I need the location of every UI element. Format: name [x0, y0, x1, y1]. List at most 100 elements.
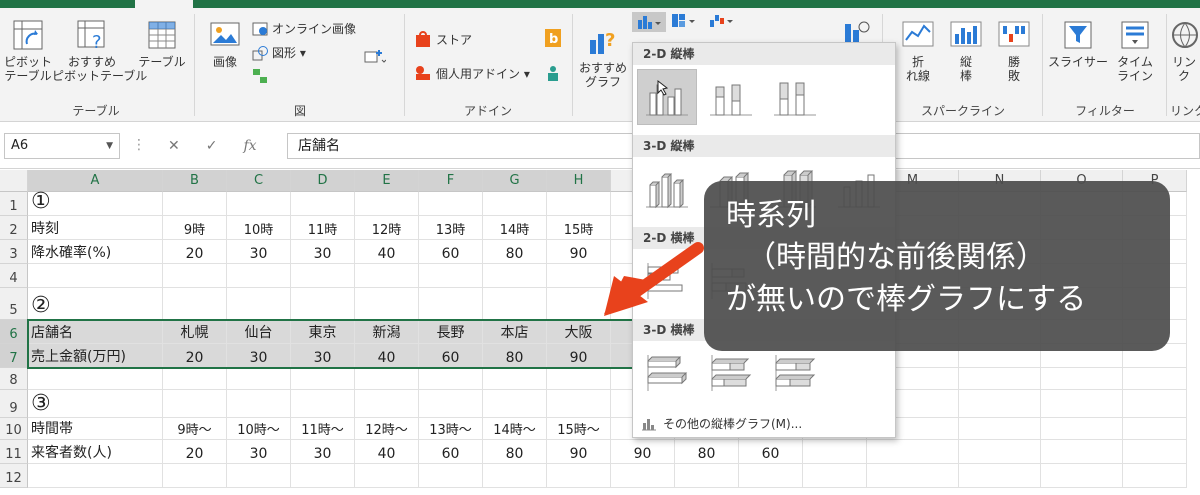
- cell-value[interactable]: 時間帯: [28, 418, 163, 440]
- cell[interactable]: [483, 192, 547, 216]
- cell-value[interactable]: 40: [355, 240, 419, 264]
- cell-value[interactable]: 店舗名: [28, 320, 163, 344]
- cell-value[interactable]: 12時～: [355, 418, 419, 440]
- cell[interactable]: [867, 464, 959, 488]
- row-header[interactable]: 12: [0, 464, 28, 488]
- cell[interactable]: [483, 288, 547, 320]
- cell-value[interactable]: 15時～: [547, 418, 611, 440]
- cell[interactable]: [1041, 368, 1123, 390]
- row-header[interactable]: 4: [0, 264, 28, 288]
- cell[interactable]: [483, 264, 547, 288]
- cell-value[interactable]: 40: [355, 344, 419, 368]
- cell[interactable]: [355, 464, 419, 488]
- cell[interactable]: [483, 368, 547, 390]
- cell[interactable]: [959, 464, 1041, 488]
- cell-value[interactable]: ③: [28, 390, 163, 418]
- cell[interactable]: [163, 264, 227, 288]
- cell-value[interactable]: 80: [675, 440, 739, 464]
- cell[interactable]: [419, 464, 483, 488]
- cell[interactable]: [1041, 390, 1123, 418]
- link-button[interactable]: リン ク: [1168, 18, 1200, 83]
- cell[interactable]: [483, 464, 547, 488]
- people-graph-button[interactable]: [544, 64, 562, 82]
- cell[interactable]: [1123, 368, 1187, 390]
- cell[interactable]: [355, 288, 419, 320]
- cell[interactable]: [355, 390, 419, 418]
- cell-value[interactable]: 11時～: [291, 418, 355, 440]
- cell[interactable]: [28, 464, 163, 488]
- cell[interactable]: [163, 368, 227, 390]
- cell[interactable]: [959, 368, 1041, 390]
- cell-value[interactable]: 30: [227, 240, 291, 264]
- picture-button[interactable]: 画像: [202, 18, 248, 69]
- cell[interactable]: [419, 390, 483, 418]
- row-header[interactable]: 6: [0, 320, 28, 344]
- cell[interactable]: [163, 464, 227, 488]
- cell[interactable]: [355, 368, 419, 390]
- cell[interactable]: [1123, 464, 1187, 488]
- cell[interactable]: [291, 192, 355, 216]
- column-header[interactable]: B: [163, 170, 227, 192]
- bing-button[interactable]: b: [544, 28, 562, 48]
- cell[interactable]: [227, 264, 291, 288]
- cell[interactable]: [419, 288, 483, 320]
- cell[interactable]: [163, 390, 227, 418]
- cell-value[interactable]: 13時～: [419, 418, 483, 440]
- shapes-button[interactable]: 図形 ▾: [252, 44, 306, 61]
- cell-value[interactable]: 12時: [355, 216, 419, 240]
- cell-value[interactable]: 東京: [291, 320, 355, 344]
- store-button[interactable]: ストア: [414, 30, 472, 48]
- row-header[interactable]: 3: [0, 240, 28, 264]
- cell[interactable]: [28, 368, 163, 390]
- cell-value[interactable]: 80: [483, 440, 547, 464]
- column-header[interactable]: H: [547, 170, 611, 192]
- screenshot-button[interactable]: [364, 48, 386, 64]
- cell-value[interactable]: 60: [419, 440, 483, 464]
- cell[interactable]: [419, 192, 483, 216]
- cell-value[interactable]: 90: [547, 344, 611, 368]
- clustered-column-option[interactable]: [637, 69, 697, 125]
- cell-value[interactable]: 来客者数(人): [28, 440, 163, 464]
- column-header[interactable]: F: [419, 170, 483, 192]
- cell[interactable]: [1123, 390, 1187, 418]
- cell-value[interactable]: 新潟: [355, 320, 419, 344]
- cell[interactable]: [291, 390, 355, 418]
- cell-value[interactable]: 14時～: [483, 418, 547, 440]
- row-header[interactable]: 5: [0, 288, 28, 320]
- online-pictures-button[interactable]: オンライン画像: [252, 20, 356, 37]
- name-box[interactable]: A6 ▼: [4, 133, 120, 159]
- cell[interactable]: [1123, 440, 1187, 464]
- row-header[interactable]: 1: [0, 192, 28, 216]
- cell[interactable]: [355, 264, 419, 288]
- row-header[interactable]: 9: [0, 390, 28, 418]
- column-header[interactable]: C: [227, 170, 291, 192]
- cell[interactable]: [163, 192, 227, 216]
- cell-value[interactable]: 11時: [291, 216, 355, 240]
- cell-value[interactable]: 90: [611, 440, 675, 464]
- cell-value[interactable]: 10時: [227, 216, 291, 240]
- percent-stacked-column-option[interactable]: [765, 69, 825, 125]
- cell-value[interactable]: 30: [291, 440, 355, 464]
- cell-value[interactable]: 80: [483, 344, 547, 368]
- cell-value[interactable]: 9時: [163, 216, 227, 240]
- stacked-column-option[interactable]: [701, 69, 761, 125]
- cell-value[interactable]: 15時: [547, 216, 611, 240]
- chevron-down-icon[interactable]: ▼: [106, 134, 113, 158]
- waterfall-chart-button[interactable]: [708, 12, 734, 28]
- cell[interactable]: [419, 368, 483, 390]
- cell-value[interactable]: 大阪: [547, 320, 611, 344]
- timeline-button[interactable]: タイム ライン: [1110, 18, 1160, 83]
- cell[interactable]: [28, 264, 163, 288]
- enter-icon[interactable]: ✓: [206, 138, 218, 154]
- cell[interactable]: [291, 264, 355, 288]
- my-addins-button[interactable]: 個人用アドイン ▾: [414, 64, 530, 82]
- cell[interactable]: [959, 390, 1041, 418]
- cell[interactable]: [675, 464, 739, 488]
- cell[interactable]: [547, 192, 611, 216]
- cell[interactable]: [355, 192, 419, 216]
- cell-value[interactable]: 本店: [483, 320, 547, 344]
- cell-value[interactable]: 長野: [419, 320, 483, 344]
- cell-value[interactable]: 札幌: [163, 320, 227, 344]
- cell-value[interactable]: 14時: [483, 216, 547, 240]
- recommended-charts-button[interactable]: ? おすすめ グラフ: [576, 24, 630, 89]
